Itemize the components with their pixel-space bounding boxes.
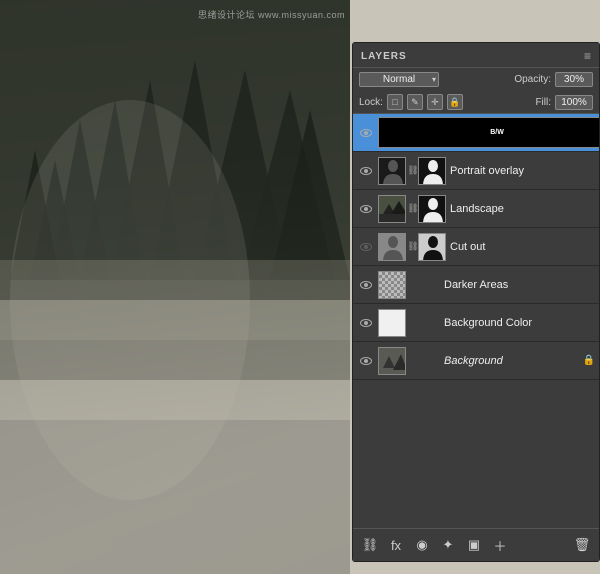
panel-menu-icon[interactable]: ≡ (584, 49, 591, 63)
opacity-input[interactable] (555, 72, 593, 87)
lock-all-btn[interactable]: 🔒 (447, 94, 463, 110)
layer-item[interactable]: ⛓ Portrait overlay (353, 152, 599, 190)
layer-visibility-toggle[interactable] (357, 352, 375, 370)
lock-transparent-btn[interactable]: □ (387, 94, 403, 110)
fill-label: Fill: (535, 97, 551, 108)
layer-name: Portrait overlay (450, 165, 595, 177)
lock-position-btn[interactable]: ✛ (427, 94, 443, 110)
layer-mask-thumbnail (418, 233, 446, 261)
panel-title: LAYERS (361, 51, 407, 62)
layer-item[interactable]: Darker Areas (353, 266, 599, 304)
layer-thumbnail (378, 271, 406, 299)
layer-name: Landscape (450, 203, 595, 215)
layer-thumbnail (378, 233, 406, 261)
layer-visibility-toggle[interactable] (357, 314, 375, 332)
adjustment-button[interactable]: ✦ (437, 534, 459, 556)
layer-visibility-toggle[interactable] (357, 162, 375, 180)
layer-chain-icon: ⛓ (408, 165, 418, 176)
lock-label: Lock: (359, 97, 383, 108)
layer-thumbnail (378, 157, 406, 185)
lock-image-btn[interactable]: ✎ (407, 94, 423, 110)
fx-button[interactable]: fx (385, 534, 407, 556)
blend-mode-select-wrap: Normal Multiply Screen Overlay (359, 72, 439, 87)
layer-name: Background Color (444, 317, 595, 329)
layer-item[interactable]: Background Color (353, 304, 599, 342)
layer-name: Darker Areas (444, 279, 595, 291)
layers-panel: LAYERS ≡ Normal Multiply Screen Overlay … (352, 42, 600, 562)
layer-chain-icon: ⛓ (408, 241, 418, 252)
new-layer-button[interactable]: ＋ (489, 534, 511, 556)
layer-thumbnail (378, 347, 406, 375)
add-mask-button[interactable]: ◉ (411, 534, 433, 556)
blend-mode-row: Normal Multiply Screen Overlay Opacity: (353, 68, 599, 91)
fill-input[interactable] (555, 95, 593, 110)
layer-thumbnail (378, 309, 406, 337)
watermark: 思绪设计论坛 www.missyuan.com (198, 8, 345, 21)
layer-visibility-toggle[interactable] (357, 200, 375, 218)
layer-mask-thumbnail (418, 157, 446, 185)
opacity-label: Opacity: (514, 74, 551, 85)
delete-layer-button[interactable]: 🗑 (571, 534, 593, 556)
layer-thumbnail: B/W (378, 117, 599, 148)
layer-name: Background (444, 355, 581, 367)
background-photo (0, 0, 350, 574)
layer-visibility-toggle[interactable] (357, 276, 375, 294)
blend-mode-select[interactable]: Normal Multiply Screen Overlay (359, 72, 439, 87)
layer-visibility-toggle[interactable] (357, 238, 375, 256)
layer-visibility-toggle[interactable] (357, 124, 375, 142)
lock-row: Lock: □ ✎ ✛ 🔒 Fill: (353, 91, 599, 114)
link-layers-button[interactable]: ⛓ (359, 534, 381, 556)
layer-mask-thumbnail (418, 195, 446, 223)
panel-header: LAYERS ≡ (353, 43, 599, 68)
layer-item[interactable]: ⛓ Landscape (353, 190, 599, 228)
layer-thumbnail (378, 195, 406, 223)
layer-item[interactable]: Background 🔒 (353, 342, 599, 380)
panel-footer: ⛓ fx ◉ ✦ ▣ ＋ 🗑 (353, 528, 599, 561)
layer-lock-icon: 🔒 (583, 355, 595, 366)
layer-name: Cut out (450, 241, 595, 253)
layer-item[interactable]: B/W ⛓ Black & White 1 (353, 114, 599, 152)
new-group-button[interactable]: ▣ (463, 534, 485, 556)
layer-chain-icon: ⛓ (408, 203, 418, 214)
layer-item[interactable]: ⛓ Cut out (353, 228, 599, 266)
layers-list: B/W ⛓ Black & White 1 ⛓ Portrait overlay (353, 114, 599, 528)
